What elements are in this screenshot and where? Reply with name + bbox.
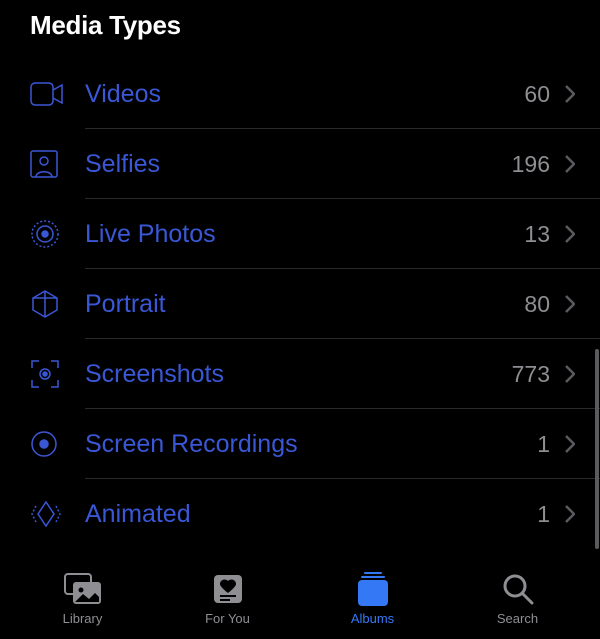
row-label: Live Photos <box>85 220 524 249</box>
tab-label: For You <box>205 611 250 626</box>
row-count: 196 <box>512 151 550 178</box>
library-icon <box>63 571 103 607</box>
tab-label: Library <box>63 611 103 626</box>
chevron-right-icon <box>558 85 582 103</box>
search-icon <box>502 571 534 607</box>
row-livephotos[interactable]: Live Photos 13 <box>0 199 600 269</box>
tab-albums[interactable]: Albums <box>300 571 445 626</box>
row-portrait[interactable]: Portrait 80 <box>0 269 600 339</box>
albums-icon <box>356 571 390 607</box>
tab-label: Search <box>497 611 538 626</box>
chevron-right-icon <box>558 435 582 453</box>
tab-library[interactable]: Library <box>10 571 155 626</box>
row-selfies[interactable]: Selfies 196 <box>0 129 600 199</box>
tab-label: Albums <box>351 611 394 626</box>
row-label: Videos <box>85 80 524 109</box>
row-label: Selfies <box>85 150 512 179</box>
chevron-right-icon <box>558 365 582 383</box>
chevron-right-icon <box>558 295 582 313</box>
tab-foryou[interactable]: For You <box>155 571 300 626</box>
row-label: Portrait <box>85 290 524 319</box>
row-videos[interactable]: Videos 60 <box>0 59 600 129</box>
recording-icon <box>30 430 85 458</box>
row-count: 60 <box>524 81 550 108</box>
row-count: 13 <box>524 221 550 248</box>
section-title: Media Types <box>30 10 570 41</box>
video-icon <box>30 82 85 106</box>
row-count: 1 <box>537 431 550 458</box>
row-count: 80 <box>524 291 550 318</box>
row-count: 1 <box>537 501 550 528</box>
row-label: Screen Recordings <box>85 430 537 459</box>
row-screenshots[interactable]: Screenshots 773 <box>0 339 600 409</box>
row-count: 773 <box>512 361 550 388</box>
chevron-right-icon <box>558 225 582 243</box>
tab-bar: Library For You Albums Search <box>0 557 600 639</box>
livephoto-icon <box>30 219 85 249</box>
row-animated[interactable]: Animated 1 <box>0 479 600 549</box>
animated-icon <box>30 500 85 528</box>
media-types-list: Videos 60 Selfies 196 Live Photos 13 Por… <box>0 59 600 549</box>
scrollbar[interactable] <box>595 349 599 549</box>
chevron-right-icon <box>558 505 582 523</box>
section-header: Media Types <box>0 0 600 59</box>
row-screen-recordings[interactable]: Screen Recordings 1 <box>0 409 600 479</box>
row-label: Screenshots <box>85 360 512 389</box>
chevron-right-icon <box>558 155 582 173</box>
row-label: Animated <box>85 500 537 529</box>
tab-search[interactable]: Search <box>445 571 590 626</box>
foryou-icon <box>212 571 244 607</box>
portrait-icon <box>30 289 85 319</box>
screenshot-icon <box>30 359 85 389</box>
selfie-icon <box>30 150 85 178</box>
